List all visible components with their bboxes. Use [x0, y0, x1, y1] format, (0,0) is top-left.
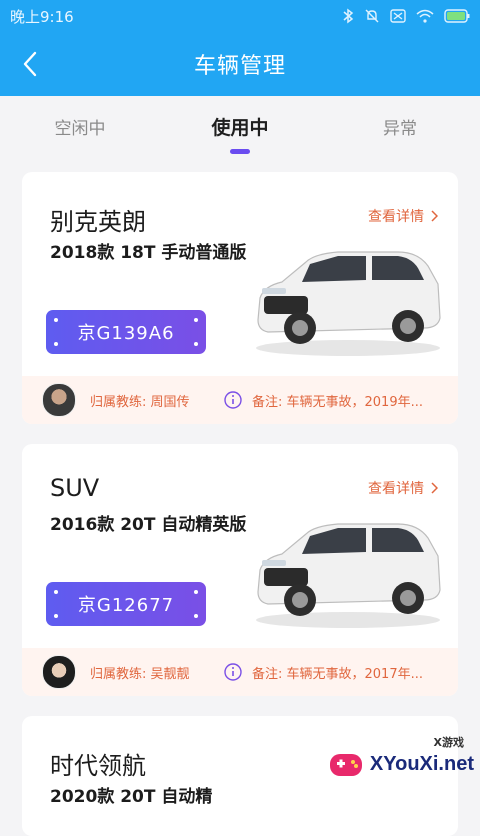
coach-avatar [42, 655, 76, 689]
tab-active-indicator [230, 149, 250, 154]
watermark-logo: X游戏 XYouXi.net [304, 736, 474, 792]
status-time: 晚上9:16 [10, 7, 74, 26]
chevron-right-icon [431, 210, 438, 222]
coach-name: 归属教练: 周国传 [90, 394, 190, 410]
back-button[interactable] [14, 48, 46, 80]
vehicle-card-footer: 归属教练: 吴靓靓 备注: 车辆无事故，2017年... [22, 648, 458, 696]
status-icons [342, 8, 470, 24]
vehicle-spec: 2018款 18T 手动普通版 [50, 243, 247, 263]
license-plate-number: 京G139A6 [77, 323, 175, 344]
license-plate-number: 京G12677 [77, 595, 175, 616]
view-details-link[interactable]: 查看详情 [368, 478, 438, 498]
car-image [256, 251, 441, 356]
coach-avatar [42, 383, 76, 417]
tab-label: 使用中 [211, 117, 269, 139]
license-plate: 京G12677 [46, 582, 206, 626]
vehicle-card[interactable]: SUV 查看详情 2016款 20T 自动精英版 京G12677 归属教练: 吴… [22, 444, 458, 696]
chevron-left-icon [23, 51, 37, 77]
wifi-icon [416, 9, 434, 23]
status-bar: 晚上9:16 [0, 0, 480, 32]
vehicle-model: 时代领航 [50, 752, 146, 780]
gamepad-icon [329, 754, 362, 776]
mute-icon [365, 9, 379, 23]
view-details-link[interactable]: 查看详情 [368, 206, 438, 226]
vehicle-note: 备注: 车辆无事故，2019年... [252, 394, 423, 410]
info-icon [224, 663, 242, 681]
tab-label: 空闲中 [54, 119, 106, 139]
car-image [256, 523, 441, 628]
sim-icon [390, 9, 406, 23]
tab-bar: 空闲中 使用中 异常 [0, 96, 480, 160]
battery-icon [444, 9, 470, 23]
nav-bar: 车辆管理 [0, 32, 480, 96]
vehicle-card[interactable]: 别克英朗 查看详情 2018款 18T 手动普通版 京G139A6 归属教练: … [22, 172, 458, 424]
view-details-label: 查看详情 [368, 209, 424, 225]
vehicle-note: 备注: 车辆无事故，2017年... [252, 666, 423, 682]
view-details-label: 查看详情 [368, 481, 424, 497]
coach-name: 归属教练: 吴靓靓 [90, 666, 190, 682]
chevron-right-icon [431, 482, 438, 494]
tab-idle[interactable]: 空闲中 [0, 96, 160, 160]
license-plate: 京G139A6 [46, 310, 206, 354]
bluetooth-icon [343, 8, 354, 24]
vehicle-model: 别克英朗 [50, 208, 146, 236]
watermark-small-text: X游戏 [433, 736, 464, 749]
vehicle-card-footer: 归属教练: 周国传 备注: 车辆无事故，2019年... [22, 376, 458, 424]
vehicle-spec: 2016款 20T 自动精英版 [50, 515, 247, 535]
tab-in-use[interactable]: 使用中 [160, 96, 320, 160]
vehicle-model: SUV [50, 474, 100, 502]
watermark-text: XYouXi.net [369, 752, 474, 775]
vehicle-spec: 2020款 20T 自动精 [50, 787, 213, 807]
page-title: 车辆管理 [193, 54, 286, 79]
tab-abnormal[interactable]: 异常 [320, 96, 480, 160]
tab-label: 异常 [383, 119, 417, 139]
info-icon [224, 391, 242, 409]
